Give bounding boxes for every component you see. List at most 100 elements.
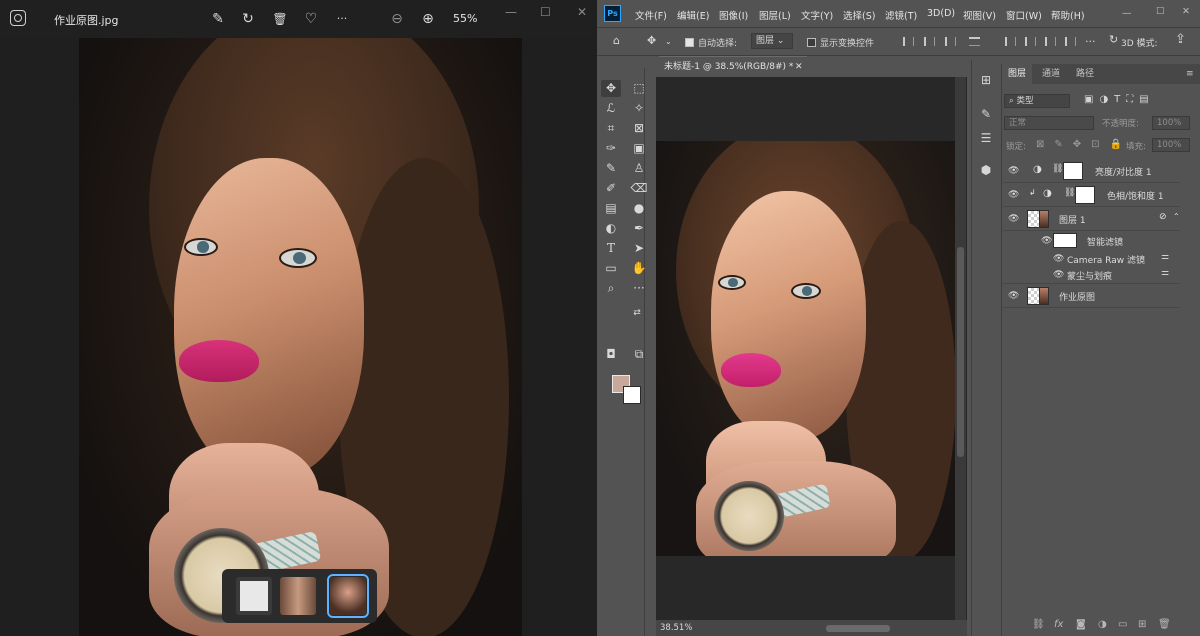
layer-mask-thumbnail[interactable] <box>1063 162 1083 180</box>
layer-row[interactable]: 👁 图层 1 ⊘ ⌃ <box>1003 207 1180 231</box>
layer-style-icon[interactable]: fx <box>1054 619 1063 630</box>
document-tab[interactable]: 未标题-1 @ 38.5%(RGB/8#) * ✕ <box>659 56 807 76</box>
screen-mode-icon[interactable]: ⧉ <box>629 346 649 363</box>
rectangle-tool-icon[interactable]: ▭ <box>601 260 621 277</box>
more-icon[interactable]: ··· <box>332 9 352 29</box>
lock-icons[interactable]: ⊠✎✥⊡🔒 <box>1036 139 1132 150</box>
move-tool-icon[interactable]: ✥ <box>601 80 621 97</box>
panel-menu-icon[interactable]: ≡ <box>1180 64 1200 84</box>
horizontal-scroll-thumb[interactable] <box>826 625 890 632</box>
maximize-icon[interactable]: ☐ <box>540 5 551 19</box>
tab-paths[interactable]: 路径 <box>1070 64 1100 84</box>
dodge-tool-icon[interactable]: ◐ <box>601 220 621 237</box>
adjustments-panel-icon[interactable]: ☰ <box>978 130 994 146</box>
link-icon[interactable]: ⛓ <box>1064 188 1075 198</box>
layer-row[interactable]: 👁 ↲ ◑ ⛓ 色相/饱和度 1 <box>1003 183 1180 207</box>
align-left-icon[interactable] <box>903 37 914 46</box>
orbit-3d-icon[interactable]: ↻ <box>1109 33 1118 46</box>
crop-tool-icon[interactable]: ⌗ <box>601 120 621 137</box>
align-middle-icon[interactable] <box>1025 37 1036 46</box>
background-color-swatch[interactable] <box>623 386 641 404</box>
menu-layer[interactable]: 图层(L) <box>759 8 791 22</box>
history-panel-icon[interactable]: ⊞ <box>978 72 994 88</box>
zoom-tool-icon[interactable]: ⌕ <box>601 280 621 297</box>
rotate-icon[interactable]: ↻ <box>238 9 258 29</box>
minimize-icon[interactable]: — <box>1122 8 1132 19</box>
filter-options-icon[interactable]: ⚌ <box>1161 252 1169 262</box>
filter-mask-thumbnail[interactable] <box>1053 233 1077 248</box>
filter-name[interactable]: 蒙尘与划痕 <box>1067 269 1112 282</box>
menu-select[interactable]: 选择(S) <box>843 8 875 22</box>
opacity-field[interactable]: 100% <box>1152 116 1190 130</box>
auto-select-dropdown[interactable]: 图层 ⌄ <box>751 33 793 49</box>
visibility-eye-icon[interactable]: 👁 <box>1041 236 1052 246</box>
close-tab-icon[interactable]: ✕ <box>795 57 803 77</box>
vertical-scrollbar[interactable] <box>955 77 966 620</box>
menu-3d[interactable]: 3D(D) <box>927 8 955 19</box>
frame-tool-icon[interactable]: ⊠ <box>629 120 649 137</box>
visibility-eye-icon[interactable]: 👁 <box>1053 254 1064 264</box>
zoom-in-icon[interactable]: ⊕ <box>418 9 438 29</box>
gradient-tool-icon[interactable]: ▤ <box>601 200 621 217</box>
layer-row[interactable]: 👁 ◑ ⛓ 亮度/对比度 1 <box>1003 159 1180 183</box>
new-adjustment-icon[interactable]: ◑ <box>1098 619 1107 630</box>
filter-row[interactable]: 👁 蒙尘与划痕 ⚌ <box>1003 267 1180 284</box>
visibility-eye-icon[interactable]: 👁 <box>1008 291 1019 301</box>
add-mask-icon[interactable]: ◙ <box>1076 619 1086 630</box>
new-group-icon[interactable]: ▭ <box>1118 619 1127 630</box>
delete-icon[interactable]: 🗑 <box>270 9 290 29</box>
brush-tool-icon[interactable]: ✎ <box>601 160 621 177</box>
filmstrip-thumb-compare[interactable] <box>280 577 316 615</box>
menu-image[interactable]: 图像(I) <box>719 8 748 22</box>
menu-window[interactable]: 窗口(W) <box>1006 8 1042 22</box>
canvas-area[interactable] <box>656 77 967 620</box>
link-layers-icon[interactable]: ⛓ <box>1032 619 1045 630</box>
menu-file[interactable]: 文件(F) <box>635 8 667 22</box>
filter-options-icon[interactable]: ⚌ <box>1161 268 1169 278</box>
filter-name[interactable]: Camera Raw 滤镜 <box>1067 253 1145 266</box>
maximize-icon[interactable]: ☐ <box>1156 6 1165 17</box>
more-tools-icon[interactable]: ··· <box>629 280 649 297</box>
fill-field[interactable]: 100% <box>1152 138 1190 152</box>
stamp-tool-icon[interactable]: ♙ <box>629 160 649 177</box>
layer-filter-dropdown[interactable]: ⌕ 类型 <box>1004 94 1070 108</box>
vertical-scroll-thumb[interactable] <box>957 247 964 457</box>
distribute-icon[interactable] <box>969 37 980 46</box>
minimize-icon[interactable]: — <box>505 5 517 19</box>
status-zoom[interactable]: 38.51% <box>660 623 692 633</box>
layer-name[interactable]: 亮度/对比度 1 <box>1095 165 1152 178</box>
layer-name[interactable]: 作业原图 <box>1059 290 1095 303</box>
align-center-icon[interactable] <box>924 37 935 46</box>
move-tool-icon[interactable]: ✥ <box>647 34 656 47</box>
lasso-tool-icon[interactable]: ℒ <box>601 100 621 117</box>
close-icon[interactable]: ✕ <box>1182 6 1190 17</box>
menu-filter[interactable]: 滤镜(T) <box>885 8 917 22</box>
share-icon[interactable]: ⇪ <box>1175 32 1186 47</box>
delete-layer-icon[interactable]: 🗑 <box>1158 619 1171 630</box>
3d-panel-icon[interactable]: ⬢ <box>978 162 994 178</box>
align-right-icon[interactable] <box>945 37 956 46</box>
blend-mode-dropdown[interactable]: 正常 <box>1004 116 1094 130</box>
visibility-eye-icon[interactable]: 👁 <box>1008 166 1019 176</box>
pen-tool-icon[interactable]: ✒ <box>629 220 649 237</box>
eyedropper-icon[interactable]: ✑ <box>601 140 621 157</box>
tab-layers[interactable]: 图层 <box>1002 64 1033 84</box>
expand-icon[interactable]: ⌃ <box>1173 212 1180 221</box>
swap-colors-icon[interactable]: ⇄ <box>627 305 647 322</box>
visibility-eye-icon[interactable]: 👁 <box>1053 270 1064 280</box>
menu-type[interactable]: 文字(Y) <box>801 8 833 22</box>
document-canvas[interactable] <box>656 141 956 556</box>
align-bottom-icon[interactable] <box>1045 37 1056 46</box>
history-brush-icon[interactable]: ✐ <box>601 180 621 197</box>
home-icon[interactable]: ⌂ <box>613 34 620 47</box>
filter-row[interactable]: 👁 Camera Raw 滤镜 ⚌ <box>1003 251 1180 267</box>
more-icon[interactable]: ··· <box>1085 35 1096 48</box>
close-icon[interactable]: ✕ <box>577 5 587 19</box>
marquee-tool-icon[interactable]: ⬚ <box>629 80 649 97</box>
menu-edit[interactable]: 编辑(E) <box>677 8 709 22</box>
zoom-level[interactable]: 55% <box>453 12 477 25</box>
smart-filters-label[interactable]: 智能滤镜 <box>1087 235 1123 248</box>
layer-row[interactable]: 👁 作业原图 <box>1003 284 1180 308</box>
new-layer-icon[interactable]: ⊞ <box>1138 619 1146 630</box>
quick-mask-icon[interactable]: ◘ <box>601 346 621 363</box>
